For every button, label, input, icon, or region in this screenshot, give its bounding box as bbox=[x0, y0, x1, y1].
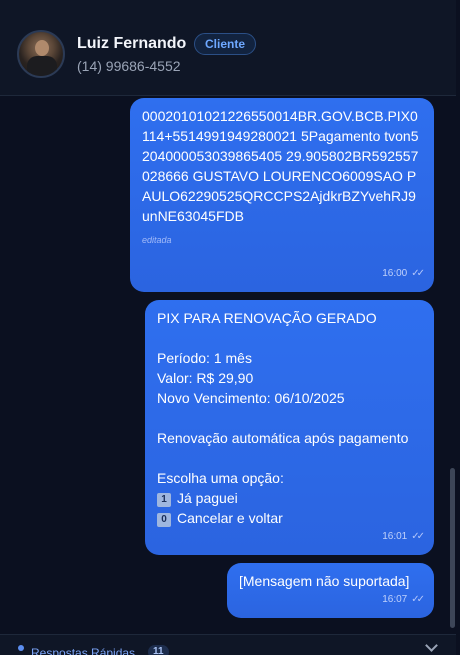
message-bubble[interactable]: [Mensagem não suportada] 16:07 ✓✓ bbox=[227, 563, 434, 618]
contact-name: Luiz Fernando bbox=[77, 35, 187, 52]
contact-phone: (14) 99686-4552 bbox=[77, 58, 181, 74]
message-line-blank bbox=[157, 448, 422, 468]
message-line: Renovação automática após pagamento bbox=[157, 430, 409, 446]
quick-replies-label[interactable]: Respostas Rápidas bbox=[31, 646, 135, 655]
read-check-icon: ✓✓ bbox=[411, 594, 425, 605]
message-line-blank bbox=[157, 328, 422, 348]
message-line: Escolha uma opção: bbox=[157, 470, 284, 486]
chevron-down-icon[interactable] bbox=[425, 639, 438, 652]
chat-window: Luiz Fernando Cliente (14) 99686-4552 00… bbox=[0, 0, 456, 655]
avatar[interactable] bbox=[17, 30, 65, 78]
message-bubble[interactable]: 00020101021226550014BR.GOV.BCB.PIX0114+5… bbox=[130, 98, 434, 292]
message-line: Novo Vencimento: 06/10/2025 bbox=[157, 390, 345, 406]
chat-header: Luiz Fernando Cliente (14) 99686-4552 bbox=[0, 0, 456, 96]
keycap-0-icon: 0 bbox=[157, 513, 171, 527]
edited-label: editada bbox=[142, 235, 172, 245]
quick-replies-dot-icon bbox=[18, 645, 24, 651]
message-time: 16:07 bbox=[382, 594, 408, 605]
contact-badge: Cliente bbox=[194, 33, 257, 55]
message-line: Período: 1 mês bbox=[157, 350, 252, 366]
message-time: 16:01 bbox=[382, 531, 408, 542]
option-label: Cancelar e voltar bbox=[177, 510, 283, 526]
keycap-1-icon: 1 bbox=[157, 493, 171, 507]
message-bubble[interactable]: PIX PARA RENOVAÇÃO GERADO Período: 1 mês… bbox=[145, 300, 434, 555]
message-meta: 16:07 ✓✓ bbox=[382, 590, 425, 610]
message-meta: 16:01 ✓✓ bbox=[382, 527, 425, 547]
message-text: 00020101021226550014BR.GOV.BCB.PIX0114+5… bbox=[142, 108, 419, 224]
message-time: 16:00 bbox=[382, 268, 408, 279]
avatar-face bbox=[35, 40, 49, 56]
read-check-icon: ✓✓ bbox=[411, 268, 425, 279]
option-label: Já paguei bbox=[177, 490, 238, 506]
message-text: [Mensagem não suportada] bbox=[239, 573, 410, 589]
quick-replies-count: 11 bbox=[148, 645, 169, 655]
read-check-icon: ✓✓ bbox=[411, 531, 425, 542]
avatar-body bbox=[27, 56, 57, 76]
scrollbar[interactable] bbox=[450, 468, 455, 628]
option-line: 0 Cancelar e voltar bbox=[157, 508, 422, 528]
option-line: 1 Já paguei bbox=[157, 488, 422, 508]
message-line: PIX PARA RENOVAÇÃO GERADO bbox=[157, 310, 377, 326]
quick-replies-bar[interactable]: Respostas Rápidas 11 bbox=[0, 634, 456, 655]
message-line: Valor: R$ 29,90 bbox=[157, 370, 254, 386]
message-line-blank bbox=[157, 408, 422, 428]
message-meta: 16:00 ✓✓ bbox=[382, 264, 425, 284]
